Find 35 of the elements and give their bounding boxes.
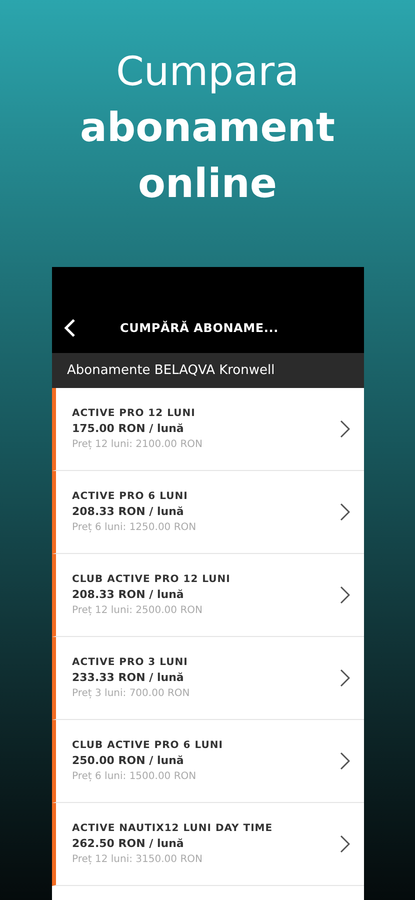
chevron-right-icon	[340, 752, 350, 770]
subscription-row[interactable]: CLUB ACTIVE PRO 12 LUNI 208.33 RON / lună Preț 12 luni: 2500.00 RON	[52, 554, 364, 637]
total-price: Preț 12 luni: 2500.00 RON	[72, 604, 204, 618]
total-price: Preț 12 luni: 3150.00 RON	[72, 852, 204, 866]
subscription-row[interactable]: CLUB ACTIVE PRO 6 LUNI 250.00 RON / lună Preț 6 luni: 1500.00 RON	[52, 720, 364, 803]
monthly-price: 262.50 RON / lună	[72, 836, 185, 852]
section-title: Abonamente BELAQVA Kronwell	[67, 362, 275, 380]
monthly-price: 250.00 RON / lună	[72, 752, 185, 768]
headline-text: online	[138, 160, 277, 209]
monthly-price: 208.33 RON / lună	[72, 586, 185, 602]
chevron-right-icon	[340, 420, 350, 438]
monthly-price: 175.00 RON / lună	[72, 420, 185, 436]
plan-name: ACTIVE PRO 6 LUNI	[72, 490, 189, 504]
plan-name: ACTIVE NAUTIX12 LUNI DAY TIME	[72, 822, 274, 836]
plan-name: CLUB ACTIVE PRO 6 LUNI	[72, 738, 224, 752]
chevron-right-icon	[340, 669, 350, 687]
subscription-row[interactable]: ACTIVE PRO 6 LUNI 208.33 RON / lună Preț 6 luni: 1250.00 RON	[52, 471, 364, 554]
total-price: Preț 6 luni: 1500.00 RON	[72, 770, 198, 784]
subscription-row[interactable]: ACTIVE PRO 12 LUNI 175.00 RON / lună Preț 12 luni: 2100.00 RON	[52, 388, 364, 471]
monthly-price: 233.33 RON / lună	[72, 670, 185, 686]
plan-name: ACTIVE PRO 12 LUNI	[72, 406, 196, 420]
subscription-row[interactable]: ACTIVE PRO 3 LUNI 233.33 RON / lună Preț 3 luni: 700.00 RON	[52, 637, 364, 720]
headline-text: abonament	[80, 104, 335, 153]
monthly-price: 208.33 RON / lună	[72, 504, 185, 520]
chevron-right-icon	[340, 503, 350, 521]
subscription-row[interactable]: ACTIVE NAUTIX12 LUNI DAY TIME 262.50 RON / lună Preț 12 luni: 3150.00 RON	[52, 803, 364, 886]
total-price: Preț 3 luni: 700.00 RON	[72, 686, 191, 700]
chevron-right-icon	[340, 586, 350, 604]
plan-name: ACTIVE PRO 3 LUNI	[72, 656, 189, 670]
screen-title: CUMPĂRĂ ABONAME...	[120, 320, 278, 337]
headline-text: Cumpara	[116, 48, 300, 97]
chevron-right-icon	[340, 835, 350, 853]
plan-name: CLUB ACTIVE PRO 12 LUNI	[72, 572, 232, 586]
total-price: Preț 6 luni: 1250.00 RON	[72, 520, 198, 534]
total-price: Preț 12 luni: 2100.00 RON	[72, 438, 204, 452]
